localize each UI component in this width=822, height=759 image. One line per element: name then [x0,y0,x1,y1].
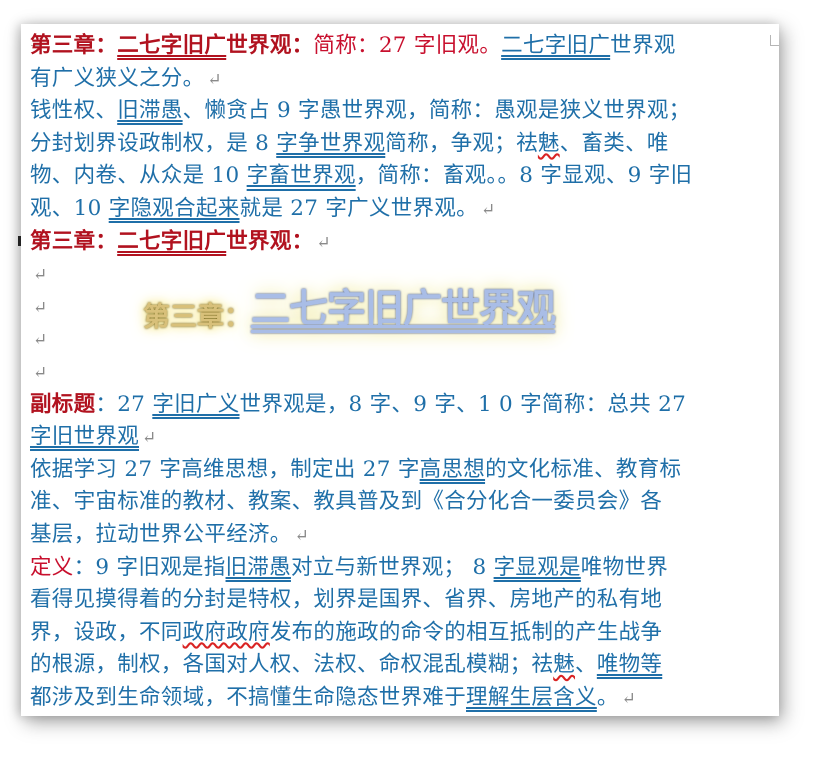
text-run: 发布的施政的命令的相互抵制的产生战争 [269,619,663,645]
text-run: ：27 [95,391,153,417]
text-run: 观、10 [30,195,109,221]
chapter-wordart-banner[interactable]: 第三章： 二七字旧广世界观 [143,278,556,334]
text-run: 字争世界观 [276,130,386,156]
text-run: 看得见摸得着的分封是特权，划界是国界、省界、房地产的私有地 [30,587,663,613]
text-run: 字畜世界观 [246,163,356,189]
text-run: 简称，争观；祛 [385,130,538,156]
text-line[interactable]: 物、内卷、从众是 10 字畜世界观，简称：畜观。。8 字显观、9 字旧 [30,160,768,193]
text-run: 政府政府 [182,619,270,645]
paragraph-mark: ↵ [480,199,496,220]
text-run: 魅 [537,130,560,156]
text-line[interactable]: 观、10 字隐观合起来就是 27 字广义世界观。 ↵ [30,193,768,226]
text-line[interactable]: 都涉及到生命领域，不搞懂生命隐态世界难于理解生层含义。 ↵ [30,682,768,715]
paragraph-mark: ↵ [207,69,222,90]
text-run: 唯物等 [596,652,663,678]
text-run: 二七字旧广 [117,228,227,254]
text-line[interactable]: 定义：9 字旧观是指旧滞愚对立与新世界观； 8 字显观是唯物世界 [30,552,768,585]
text-line[interactable]: 第三章：二七字旧广世界观：简称：27 字旧观。二七字旧广世界观 [30,30,768,63]
text-line[interactable]: 的根源，制权，各国对人权、法权、命权混乱模糊；祛魅、唯物等 [30,649,768,682]
text-run: 旧滞愚 [225,554,291,580]
text-run: 定义 [30,554,74,580]
margin-corner-mark [770,35,779,46]
text-run: 副标题 [30,391,96,417]
text-run: 有广义狭义之分。 [30,65,205,91]
paragraph-mark: ↵ [33,330,48,351]
paragraph-mark: ↵ [294,525,310,546]
text-run: 基层，拉动世界公平经济。 [30,521,292,547]
text-run: 物、内卷、从众是 10 [30,163,247,189]
text-run: 钱性权、 [30,98,118,124]
text-run: 分封划界设政制权，是 8 [30,130,277,156]
text-run: 字旧世界观 [30,424,140,450]
banner-prefix: 第三章： [143,302,251,333]
text-run: 都涉及到生命领域，不搞懂生命隐态世界难于 [30,684,467,710]
text-line[interactable]: 字旧世界观 ↵ [30,421,768,454]
paragraph-mark: ↵ [33,297,48,318]
document-body[interactable]: 第三章：二七字旧广世界观：简称：27 字旧观。二七字旧广世界观 有广义狭义之分。 ↵… [30,30,768,714]
text-run: 、懒贪占 9 字愚世界观，简称：愚观是狭义世界观； [182,98,691,124]
text-line[interactable]: 依据学习 27 字高维思想，制定出 27 字高思想的文化标准、教育标 [30,454,768,487]
text-run: 界，设政，不同 [30,619,183,645]
text-run: 二七字旧广 [501,33,611,58]
text-run: 字隐观合起来 [108,195,240,221]
text-run: 魅 [553,652,576,678]
text-line[interactable]: 有广义狭义之分。 ↵ [30,63,768,96]
text-run: 世界观是，8 字、9 字、1 0 字简称：总共 27 [239,391,687,417]
text-line[interactable]: 界，设政，不同政府政府发布的施政的命令的相互抵制的产生战争 [30,617,768,650]
text-line[interactable]: 看得见摸得着的分封是特权，划界是国界、省界、房地产的私有地 [30,584,768,617]
text-run: 二七字旧广 [117,33,227,58]
text-run: 第三章： [30,228,118,254]
text-run: 字显观是 [493,554,581,580]
text-run: 唯物世界 [580,554,668,580]
text-line[interactable]: 基层，拉动世界公平经济。 ↵ [30,519,768,552]
banner-title: 二七字旧广世界观 [251,287,556,332]
text-line[interactable]: ↵ [30,356,768,389]
paragraph-mark: ↵ [33,362,48,383]
text-line[interactable]: 钱性权、旧滞愚、懒贪占 9 字愚世界观，简称：愚观是狭义世界观； [30,95,768,128]
paragraph-mark: ↵ [316,232,331,253]
text-cursor-mark [18,236,21,246]
text-line[interactable]: 副标题：27 字旧广义世界观是，8 字、9 字、1 0 字简称：总共 27 [30,389,768,422]
text-run: 的根源，制权，各国对人权、法权、命权混乱模糊；祛 [30,652,554,678]
text-run: 、畜类、唯 [559,130,669,156]
text-run: 。 [596,684,619,710]
text-line[interactable]: 分封划界设政制权，是 8 字争世界观简称，争观；祛魅、畜类、唯 [30,128,768,161]
text-run: 高思想 [419,456,486,482]
text-run: ，简称：畜观。。8 字显观、9 字旧 [355,163,693,189]
text-run: 、 [575,652,597,678]
text-run: 世界观： [226,228,314,254]
text-run: 字旧广义 [152,391,240,417]
text-run: 对立与新世界观； 8 [290,554,494,580]
text-run: 世界观 [610,33,676,58]
text-run: 准、宇宙标准的教材、教案、教具普及到《合分化合一委员会》各 [30,489,663,515]
text-run: 依据学习 27 字高维思想，制定出 27 字 [30,456,420,482]
text-run: ：9 字旧观是指 [73,554,226,580]
paragraph-mark: ↵ [142,428,157,449]
text-run: 就是 27 字广义世界观。 [239,195,478,221]
text-line[interactable]: 准、宇宙标准的教材、教案、教具普及到《合分化合一委员会》各 [30,486,768,519]
text-run: 理解生层含义 [466,684,597,710]
text-run: 简称：27 字旧观。 [313,33,502,58]
text-run: 世界观： [226,33,314,58]
text-run: 旧滞愚 [117,98,183,124]
text-run: 的文化标准、教育标 [485,456,682,482]
paragraph-mark: ↵ [33,265,48,286]
text-run: 第三章： [30,33,118,58]
paragraph-mark: ↵ [621,688,637,709]
text-line[interactable]: 第三章：二七字旧广世界观： ↵ [30,226,768,259]
document-page[interactable]: 第三章：二七字旧广世界观：简称：27 字旧观。二七字旧广世界观 有广义狭义之分。 ↵… [21,24,779,716]
